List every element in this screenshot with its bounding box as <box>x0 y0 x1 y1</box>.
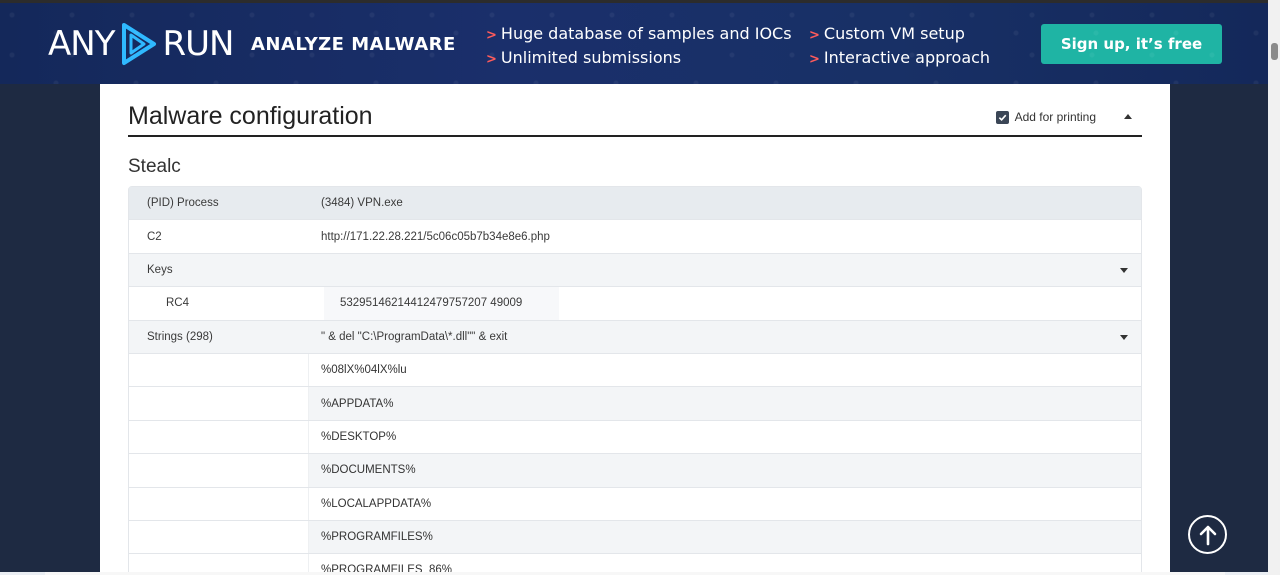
strings-row[interactable]: Strings (298) " & del "C:\ProgramData\*.… <box>129 320 1141 354</box>
table-row: C2 http://171.22.28.221/5c06c05b7b34e8e6… <box>129 220 1141 254</box>
c2-value: http://171.22.28.221/5c06c05b7b34e8e6.ph… <box>321 230 550 243</box>
scroll-thumb[interactable] <box>1271 43 1278 60</box>
row-value: (3484) VPN.exe <box>321 197 403 210</box>
list-item: %LOCALAPPDATA% <box>129 487 1141 521</box>
chevron-right-icon: > <box>809 28 820 43</box>
banner-title: ANALYZE MALWARE <box>251 34 456 55</box>
row-key: RC4 <box>166 297 190 310</box>
malware-config-panel: Malware configuration Add for printing S… <box>100 84 1170 575</box>
table-row: RC4 53295146214412479757207 49009 <box>129 287 1141 321</box>
checkbox-checked-icon[interactable] <box>995 110 1009 124</box>
print-label: Add for printing <box>1014 110 1096 124</box>
add-for-printing-toggle[interactable]: Add for printing <box>995 110 1096 124</box>
list-item: %PROGRAMFILES% <box>129 520 1141 555</box>
list-item: %APPDATA% <box>129 387 1141 421</box>
config-table: (PID) Process (3484) VPN.exe C2 http://1… <box>128 186 1142 575</box>
vertical-scrollbar[interactable] <box>1268 0 1280 575</box>
chevron-right-icon: > <box>486 52 497 67</box>
row-key: Strings (298) <box>147 330 213 343</box>
malware-family: Stealc <box>128 156 181 177</box>
arrow-up-icon <box>1199 525 1216 545</box>
rc4-key-value: 53295146214412479757207 49009 <box>324 287 559 320</box>
section-title: Malware configuration <box>128 102 373 130</box>
play-logo-icon <box>122 23 157 65</box>
chevron-down-icon[interactable] <box>1120 267 1128 273</box>
feature-item: > Huge database of samples and IOCs <box>486 24 792 43</box>
chevron-down-icon[interactable] <box>1120 334 1128 340</box>
row-key: C2 <box>147 230 162 243</box>
string-value: %08lX%04lX%lu <box>321 364 407 377</box>
section-header: Malware configuration Add for printing <box>128 100 1142 137</box>
signup-button[interactable]: Sign up, it’s free <box>1041 24 1222 64</box>
feature-item: > Interactive approach <box>809 48 991 67</box>
list-item: %DESKTOP% <box>129 420 1141 455</box>
keys-row[interactable]: Keys <box>129 253 1141 288</box>
logo-text-run: RUN <box>162 24 234 64</box>
promo-banner: ANY RUN ANALYZE MALWARE > Huge database o… <box>0 0 1268 84</box>
chevron-right-icon: > <box>486 28 497 43</box>
list-item: %08lX%04lX%lu <box>129 353 1141 388</box>
scroll-to-top-button[interactable] <box>1188 515 1227 554</box>
string-value: %LOCALAPPDATA% <box>321 497 432 510</box>
row-key: (PID) Process <box>147 197 219 210</box>
string-value: %DESKTOP% <box>321 430 397 443</box>
row-key: Keys <box>147 263 173 276</box>
list-item: %DOCUMENTS% <box>129 454 1141 488</box>
anyrun-logo[interactable]: ANY RUN <box>48 21 234 67</box>
string-value: %PROGRAMFILES% <box>309 520 1141 554</box>
chevron-right-icon: > <box>809 52 820 67</box>
table-row: (PID) Process (3484) VPN.exe <box>129 187 1141 221</box>
row-value: " & del "C:\ProgramData\*.dll"" & exit <box>321 330 508 343</box>
string-value: %APPDATA% <box>309 387 1141 420</box>
collapse-icon[interactable] <box>1124 114 1132 119</box>
feature-item: > Unlimited submissions <box>486 48 682 67</box>
feature-item: > Custom VM setup <box>809 24 965 43</box>
logo-text-any: ANY <box>48 24 115 64</box>
string-value: %DOCUMENTS% <box>309 454 1141 487</box>
